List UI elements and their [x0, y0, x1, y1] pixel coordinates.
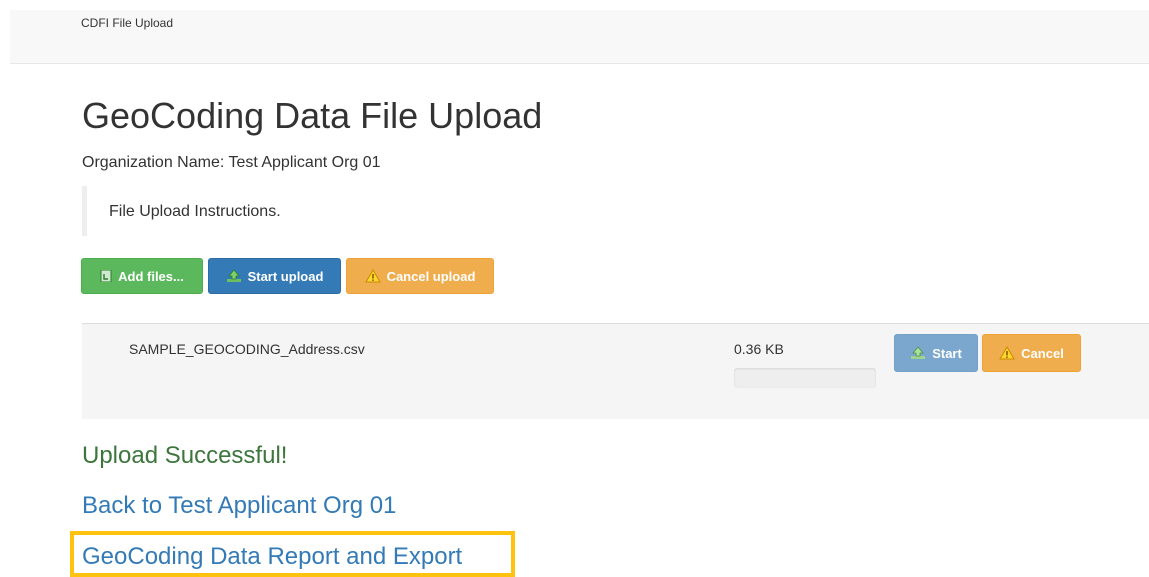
upload-icon	[226, 269, 241, 282]
navbar: CDFI File Upload	[10, 10, 1149, 64]
file-list-row: SAMPLE_GEOCODING_Address.csv 0.36 KB Sta…	[82, 323, 1149, 419]
instructions-blockquote: File Upload Instructions.	[82, 186, 482, 236]
cancel-upload-button[interactable]: Cancel upload	[346, 258, 494, 294]
page-title: GeoCoding Data File Upload	[82, 95, 543, 136]
file-name: SAMPLE_GEOCODING_Address.csv	[129, 341, 365, 357]
add-files-button[interactable]: Add files...	[81, 258, 203, 294]
add-files-label: Add files...	[118, 268, 184, 284]
warning-icon	[364, 269, 381, 283]
upload-success-message: Upload Successful!	[82, 442, 288, 469]
start-upload-button[interactable]: Start upload	[208, 258, 341, 294]
file-start-button[interactable]: Start	[894, 334, 978, 372]
upload-progress-bar	[734, 368, 876, 388]
instructions-text: File Upload Instructions.	[109, 203, 281, 220]
warning-icon	[999, 346, 1016, 360]
file-cancel-button[interactable]: Cancel	[982, 334, 1081, 372]
upload-icon	[911, 346, 926, 359]
back-to-org-link[interactable]: Back to Test Applicant Org 01	[82, 492, 396, 520]
cancel-upload-label: Cancel upload	[386, 268, 476, 284]
add-file-icon	[100, 270, 112, 282]
file-size: 0.36 KB	[734, 341, 784, 357]
geocoding-report-link[interactable]: GeoCoding Data Report and Export	[82, 543, 462, 571]
file-start-label: Start	[932, 345, 962, 361]
file-cancel-label: Cancel	[1021, 345, 1064, 361]
organization-name: Organization Name: Test Applicant Org 01	[82, 154, 381, 171]
start-upload-label: Start upload	[247, 268, 324, 284]
navbar-brand[interactable]: CDFI File Upload	[81, 16, 173, 30]
